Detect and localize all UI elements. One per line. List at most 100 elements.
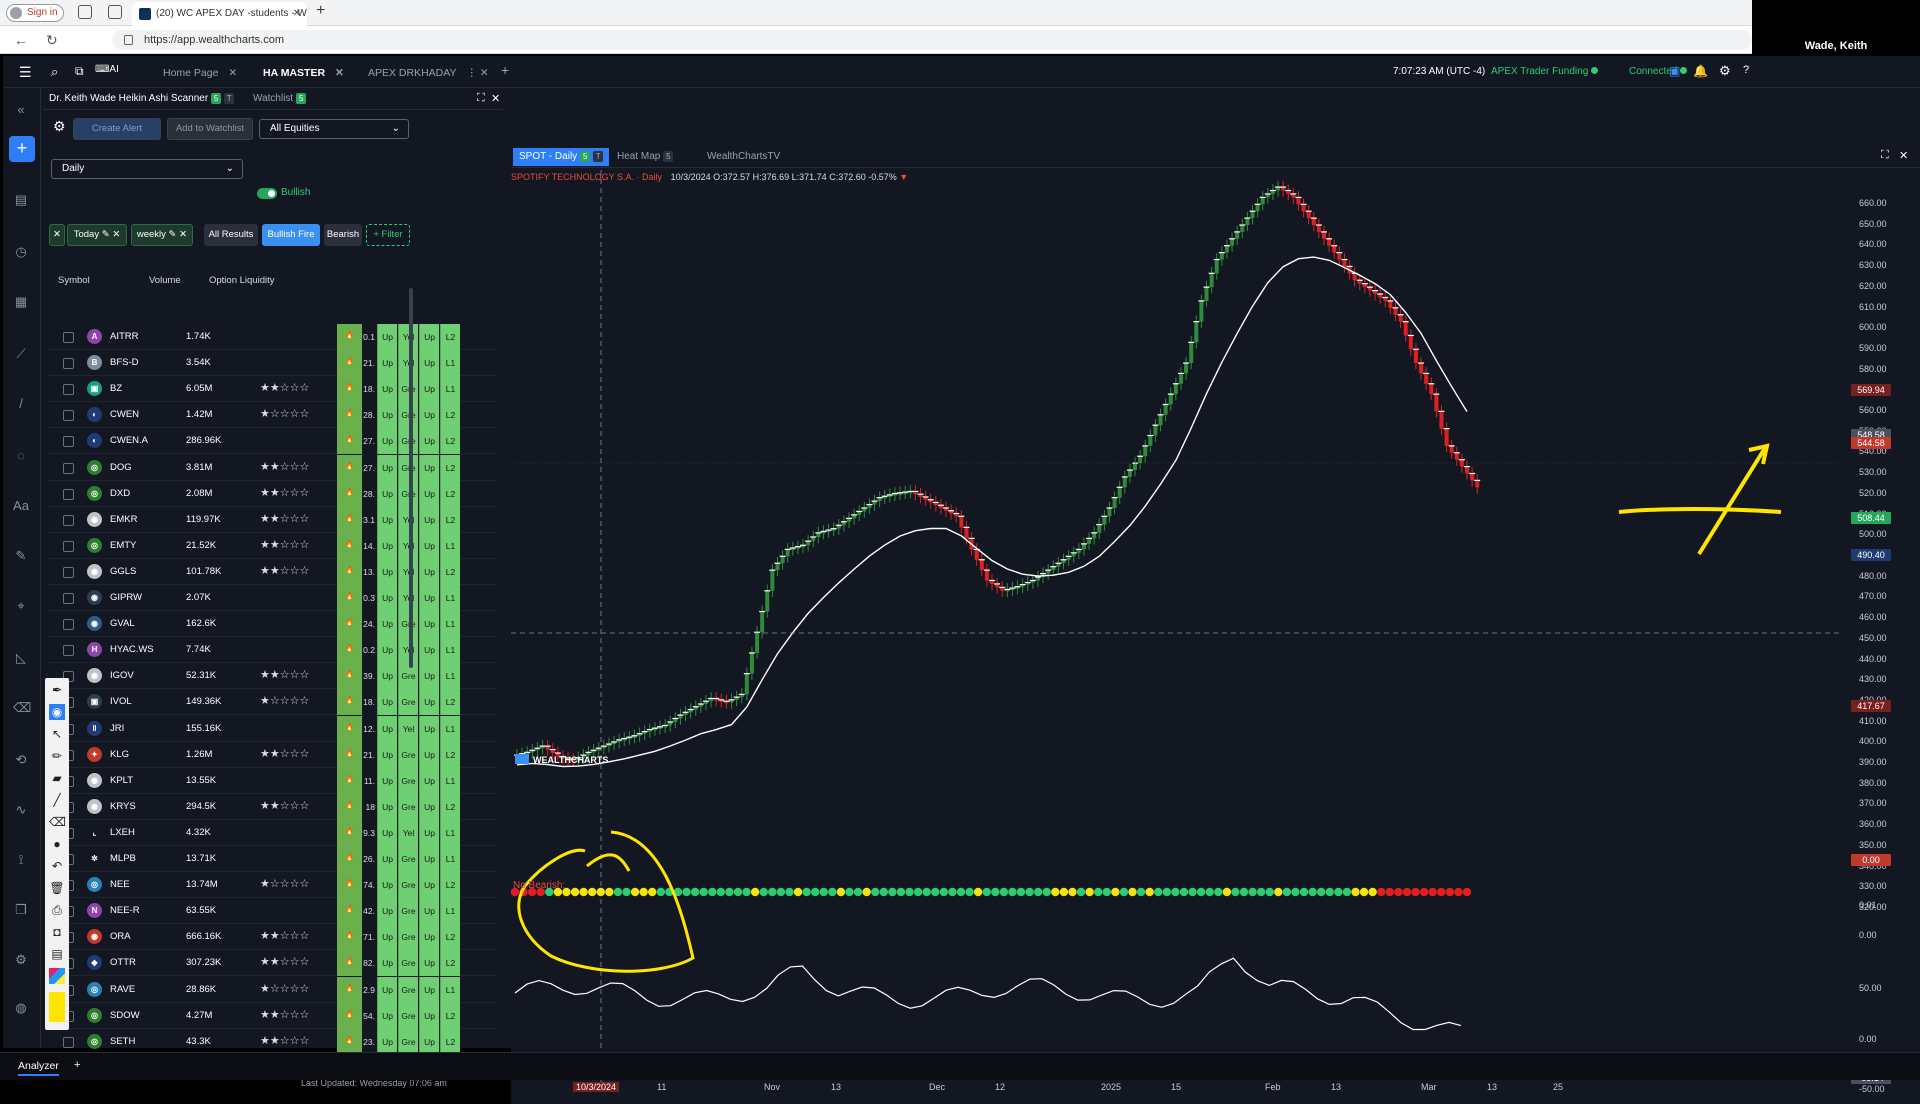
ai-icon[interactable]: ⌨AI [95,64,119,75]
symbol-cell[interactable]: NEE-R [110,905,140,916]
symbol-cell[interactable]: RAVE [110,984,135,995]
back-icon[interactable]: ← [14,32,28,48]
analyzer-tab[interactable]: Analyzer [18,1060,59,1076]
line-tool-icon[interactable]: / [13,396,29,412]
url-field[interactable]: https://app.wealthcharts.com [112,30,1752,50]
table-row[interactable]: ◉ IGOV 52.31K ★★☆☆☆ 39. Up Gre Up L1 [48,663,498,690]
table-row[interactable]: B BFS-D 3.54K 21. Up Yel Up L1 [48,350,498,377]
equities-select[interactable]: All Equities ⌄ [259,119,409,139]
symbol-cell[interactable]: DXD [110,488,130,499]
help-icon[interactable]: ? [1743,64,1749,76]
add-widget-button[interactable]: + [9,136,35,162]
camera-icon[interactable]: ◘ [49,924,65,940]
tab-actions-icon[interactable] [108,5,122,19]
table-row[interactable]: ◐ CWEN 1.42M ★☆☆☆☆ 28. Up Gre Up L2 [48,402,498,429]
clear-chip[interactable]: ✕ [49,224,65,246]
column-header-symbol[interactable]: Symbol [58,275,90,286]
row-checkbox[interactable] [63,566,74,578]
weekly-chip[interactable]: weekly ✎ ✕ [131,224,193,246]
refresh-icon[interactable]: ↻ [46,32,58,49]
symbol-cell[interactable]: KPLT [110,775,133,786]
symbol-cell[interactable]: MLPB [110,853,136,864]
timeframe-select[interactable]: Daily ⌄ [51,159,243,179]
add-tab-button[interactable]: + [501,62,509,78]
table-row[interactable]: ◎ EMTY 21.52K ★★☆☆☆ 14. Up Yel Up L1 [48,532,498,559]
row-checkbox[interactable] [63,332,74,343]
tab-ha-master[interactable]: HA MASTER ✕ [263,63,344,83]
shapes-icon[interactable]: ◌ [13,448,29,464]
menu-icon[interactable]: ☰ [19,64,32,81]
clipboard-icon[interactable]: ▤ [49,946,65,962]
collections-icon[interactable] [78,5,92,19]
table-row[interactable]: ◉ KPLT 13.55K 11. Up Gre Up L1 [48,767,498,794]
table-row[interactable]: ◐ CWEN.A 286.96K 27. Up Gre Up L2 [48,428,498,455]
table-row[interactable]: ◉ ORA 666.16K ★★☆☆☆ 71. Up Gre Up L2 [48,924,498,951]
add-tab-button[interactable]: + [74,1059,80,1071]
table-row[interactable]: ▣ IVOL 149.36K ★☆☆☆☆ 18. Up Gre Up L2 [48,689,498,716]
bell-icon[interactable]: 🔔 [1693,64,1708,78]
line-icon[interactable]: ╱ [49,792,65,808]
eraser-icon[interactable]: ⌫ [49,814,66,830]
watchlist-tab[interactable]: Watchlist 5 [253,93,307,104]
color-palette-icon[interactable] [49,968,65,984]
symbol-cell[interactable]: KRYS [110,801,136,812]
pen-tool-icon[interactable]: ✒ [49,682,65,698]
table-row[interactable]: ⌞ LXEH 4.32K 9.3 Up Yel Up L1 [48,819,498,846]
row-checkbox[interactable] [63,488,74,500]
symbol-cell[interactable]: KLG [110,749,129,760]
symbol-cell[interactable]: HYAC.WS [110,644,154,655]
pen-icon[interactable]: ✎ [13,548,29,564]
symbol-cell[interactable]: LXEH [110,827,135,838]
symbol-cell[interactable]: JRI [110,723,124,734]
symbol-cell[interactable]: OTTR [110,957,136,968]
column-header-liquidity[interactable]: Option Liquidity [209,275,274,286]
print-icon[interactable]: ⎙ [49,902,65,918]
trash-icon[interactable]: 🗑 [49,880,65,896]
symbol-cell[interactable]: CWEN [110,409,139,420]
symbol-cell[interactable]: SETH [110,1036,135,1047]
undo-icon[interactable]: ↶ [49,858,65,874]
layers-icon[interactable]: ❐ [13,902,29,918]
row-checkbox[interactable] [63,436,74,448]
close-icon[interactable]: ✕ [491,92,500,105]
add-filter-button[interactable]: + Filter [366,224,410,246]
active-color-swatch[interactable] [49,992,65,1022]
new-tab-button[interactable]: + [316,2,325,20]
cursor-icon[interactable]: ↖ [49,726,65,742]
table-row[interactable]: ◉ KRYS 294.5K ★★☆☆☆ 18 Up Gre Up L2 [48,793,498,820]
table-row[interactable]: ▣ BZ 6.05M ★★☆☆☆ 18. Up Gre Up L1 [48,376,498,403]
table-row[interactable]: ◉ GVAL 162.6K 24. Up Gre Up L1 [48,611,498,638]
ruler-icon[interactable]: ⌖ [13,598,29,614]
table-row[interactable]: ◎ RAVE 28.86K ★☆☆☆☆ 2.9 Up Gre Up L1 [48,976,498,1003]
settings-icon[interactable]: ⚙ [13,952,29,968]
table-row[interactable]: ◎ DOG 3.81M ★★☆☆☆ 27. Up Gre Up L2 [48,454,498,481]
row-checkbox[interactable] [63,410,74,422]
symbol-cell[interactable]: CWEN.A [110,435,148,446]
chart-icon[interactable]: ▤ [13,192,29,208]
symbol-cell[interactable]: EMKR [110,514,137,525]
symbol-cell[interactable]: BFS-D [110,357,139,368]
table-row[interactable]: H HYAC.WS 7.74K 0.2 Up Yel Up L1 [48,637,498,664]
indicator-icon[interactable]: ∿ [13,802,29,818]
bearish-tab[interactable]: Bearish [324,224,362,246]
symbol-cell[interactable]: NEE [110,879,130,890]
create-alert-button[interactable]: Create Alert [73,118,161,140]
symbol-cell[interactable]: EMTY [110,540,136,551]
close-icon[interactable]: ⋮ ✕ [467,67,489,79]
today-chip[interactable]: Today ✎ ✕ [67,224,127,246]
measure-icon[interactable]: ◺ [13,650,29,666]
sync-icon[interactable]: ⟲ [13,752,29,768]
table-row[interactable]: ✲ MLPB 13.71K 26. Up Gre Up L1 [48,846,498,872]
expand-icon[interactable]: ⛶ [477,92,485,105]
highlighter-icon[interactable]: ▰ [49,770,65,786]
table-row[interactable]: ◎ NEE 13.74M ★☆☆☆☆ 74. Up Gre Up L2 [48,872,498,899]
table-row[interactable]: ◎ DXD 2.08M ★★☆☆☆ 28. Up Gre Up L2 [48,480,498,507]
row-checkbox[interactable] [63,384,74,396]
close-icon[interactable]: ✕ [228,67,237,79]
table-row[interactable]: ◉ GGLS 101.78K ★★☆☆☆ 13. Up Yel Up L2 [48,558,498,585]
tab-apex-drkhaday[interactable]: APEX DRKHADAY ⋮ ✕ [368,63,489,83]
table-row[interactable]: ◎ SDOW 4.27M ★★☆☆☆ 54. Up Gre Up L2 [48,1002,498,1029]
symbol-cell[interactable]: ORA [110,931,131,942]
trend-icon[interactable]: ⟋ [13,346,29,362]
gear-icon[interactable]: ⚙ [1719,63,1731,79]
